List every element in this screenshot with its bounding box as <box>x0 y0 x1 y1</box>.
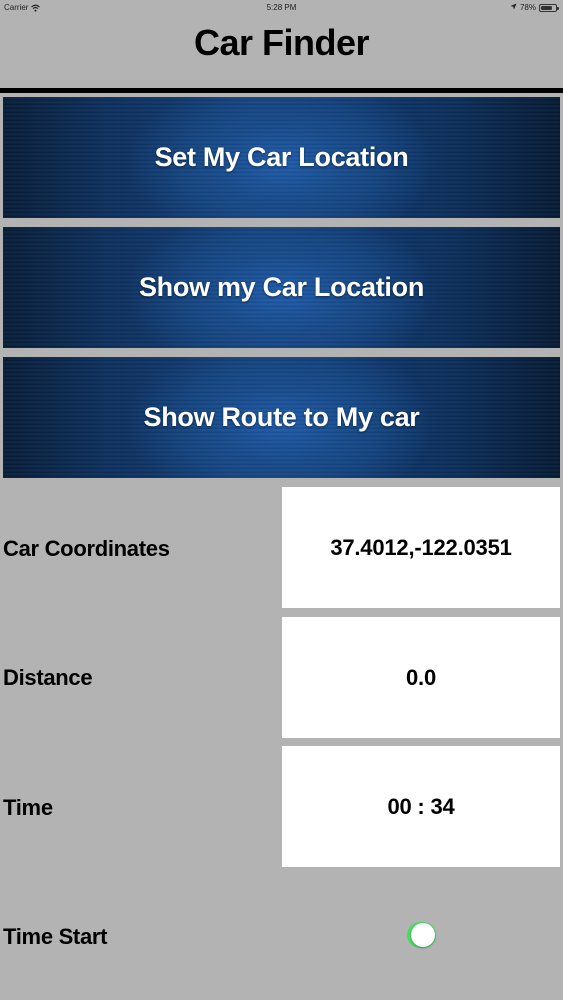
set-car-location-button[interactable]: Set My Car Location <box>3 97 560 218</box>
status-right-group: 78% <box>510 3 559 12</box>
time-value: 00 : 34 <box>282 746 560 867</box>
car-coordinates-value: 37.4012,-122.0351 <box>282 487 560 608</box>
title-divider <box>0 88 563 93</box>
battery-fill <box>541 5 552 10</box>
status-bar: Carrier 5:28 PM 78% <box>0 0 563 14</box>
time-text: 00 : 34 <box>387 793 455 819</box>
show-car-location-button[interactable]: Show my Car Location <box>3 227 560 348</box>
time-label: Time <box>3 795 53 820</box>
battery-icon <box>539 3 559 12</box>
car-coordinates-label: Car Coordinates <box>3 536 170 561</box>
location-arrow-icon <box>510 3 517 12</box>
page-title: Car Finder <box>193 22 370 63</box>
car-coordinates-text: 37.4012,-122.0351 <box>330 534 512 560</box>
clock: 5:28 PM <box>266 3 297 12</box>
distance-label: Distance <box>3 665 93 690</box>
toggle-knob <box>411 923 435 947</box>
time-start-toggle[interactable] <box>407 922 436 948</box>
battery-percent: 78% <box>519 3 536 12</box>
show-route-button[interactable]: Show Route to My car <box>3 357 560 478</box>
distance-text: 0.0 <box>406 664 436 690</box>
distance-value: 0.0 <box>282 617 560 738</box>
time-start-label: Time Start <box>3 924 108 949</box>
